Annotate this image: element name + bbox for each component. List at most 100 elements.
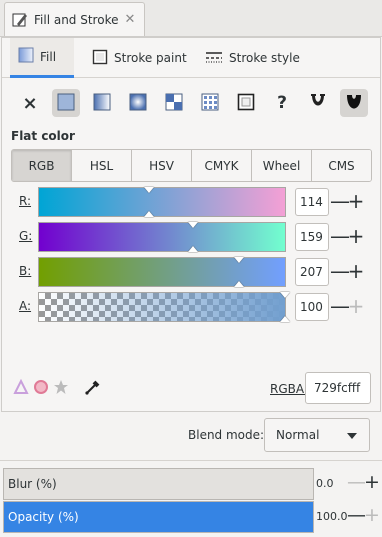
blend-mode-value: Normal xyxy=(276,428,320,442)
linear-gradient-button[interactable] xyxy=(88,89,116,117)
blur-decrement-button[interactable]: — xyxy=(347,472,366,494)
r-decrement-button[interactable]: — xyxy=(330,191,350,213)
slider-label-b: B: xyxy=(19,264,32,278)
slider-thumb-top[interactable] xyxy=(187,222,198,228)
unset-paint-button[interactable] xyxy=(232,89,260,117)
mode-hsv[interactable]: HSV xyxy=(131,150,191,181)
too-much-ink-icon xyxy=(53,379,69,398)
no-paint-button[interactable]: × xyxy=(16,89,44,117)
b-increment-button[interactable]: + xyxy=(347,261,365,283)
flat-color-button[interactable] xyxy=(52,89,80,117)
pattern-icon xyxy=(165,93,183,114)
out-of-gamut-icon xyxy=(33,379,49,398)
tab-stroke-paint-label: Stroke paint xyxy=(114,51,187,65)
slider-label-g: G: xyxy=(19,229,33,243)
mode-wheel[interactable]: Wheel xyxy=(251,150,311,181)
color-managed-icons xyxy=(13,378,69,398)
flat-color-icon xyxy=(57,93,75,114)
blur-label: Blur (%) xyxy=(8,477,57,491)
slider-g[interactable] xyxy=(38,222,286,252)
tab-stroke-style-label: Stroke style xyxy=(229,51,300,65)
slider-thumb-top[interactable] xyxy=(143,187,154,193)
blur-increment-button[interactable]: + xyxy=(364,472,380,494)
b-value-input[interactable]: 207 xyxy=(295,258,329,286)
radial-gradient-icon xyxy=(129,93,147,114)
swatch-button[interactable] xyxy=(196,89,224,117)
opacity-label: Opacity (%) xyxy=(8,510,79,524)
slider-row-r: R: 114 — + xyxy=(2,185,380,219)
blend-mode-select[interactable]: Normal xyxy=(264,418,370,452)
g-value-input[interactable]: 159 xyxy=(295,223,329,251)
chevron-down-icon xyxy=(347,433,357,439)
slider-thumb-bottom[interactable] xyxy=(233,281,244,287)
opacity-slider[interactable]: Opacity (%) xyxy=(3,501,314,533)
mode-hsl[interactable]: HSL xyxy=(71,150,131,181)
no-paint-icon: × xyxy=(22,92,38,114)
slider-b[interactable] xyxy=(38,257,286,287)
r-increment-button[interactable]: + xyxy=(347,191,365,213)
mode-cmyk[interactable]: CMYK xyxy=(191,150,251,181)
linear-gradient-icon xyxy=(93,93,111,114)
separator xyxy=(0,460,382,461)
rgba-label: RGBA: xyxy=(270,382,308,396)
g-increment-button[interactable]: + xyxy=(347,226,365,248)
opacity-increment-button[interactable]: + xyxy=(364,505,380,527)
radial-gradient-button[interactable] xyxy=(124,89,152,117)
g-decrement-button[interactable]: — xyxy=(330,226,350,248)
a-decrement-button[interactable]: — xyxy=(330,296,350,318)
slider-r[interactable] xyxy=(38,187,286,217)
color-picker-button[interactable] xyxy=(84,378,104,398)
question-icon: ? xyxy=(277,93,287,113)
rgba-input[interactable]: 729fcfff xyxy=(305,372,371,404)
opacity-decrement-button[interactable]: — xyxy=(347,505,366,527)
fill-stroke-icon xyxy=(11,11,29,29)
opacity-row: Opacity (%) 100.0 — + xyxy=(3,501,381,533)
alpha-gradient xyxy=(39,293,285,321)
dialog-title: Fill and Stroke xyxy=(34,12,119,27)
color-mode-selector: RGB HSL HSV CMYK Wheel CMS xyxy=(11,149,372,182)
tab-fill[interactable]: Fill xyxy=(10,38,74,78)
blur-value: 0.0 xyxy=(316,477,334,490)
blur-row: Blur (%) 0.0 — + xyxy=(3,468,381,500)
tab-fill-label: Fill xyxy=(40,49,57,64)
slider-row-g: G: 159 — + xyxy=(2,220,380,254)
swatch-icon xyxy=(201,93,219,114)
unset-button[interactable]: ? xyxy=(268,89,296,117)
fill-stroke-dialog-tab[interactable]: Fill and Stroke ✕ xyxy=(4,2,145,36)
slider-thumb-top[interactable] xyxy=(233,257,244,263)
dock-tab-bar: Fill and Stroke ✕ xyxy=(0,0,382,37)
evenodd-icon xyxy=(309,93,327,114)
pattern-button[interactable] xyxy=(160,89,188,117)
r-value-input[interactable]: 114 xyxy=(295,188,329,216)
fill-rule-evenodd-button[interactable] xyxy=(304,89,332,117)
stroke-style-icon xyxy=(205,49,223,68)
a-increment-button[interactable]: + xyxy=(347,296,365,318)
slider-thumb-bottom[interactable] xyxy=(280,316,290,322)
swatch-frame-icon xyxy=(237,93,255,114)
slider-row-b: B: 207 — + xyxy=(2,255,380,289)
mode-rgb[interactable]: RGB xyxy=(12,150,71,181)
slider-thumb-top[interactable] xyxy=(280,292,290,298)
slider-label-a: A: xyxy=(19,299,32,313)
fill-icon xyxy=(18,47,34,66)
paint-type-row: × ? xyxy=(2,82,380,124)
eyedropper-icon xyxy=(84,380,102,399)
blur-slider[interactable]: Blur (%) xyxy=(3,468,314,500)
tab-stroke-style[interactable]: Stroke style xyxy=(197,38,308,78)
a-value-input[interactable]: 100 xyxy=(295,293,329,321)
slider-a[interactable] xyxy=(38,292,290,322)
b-decrement-button[interactable]: — xyxy=(330,261,350,283)
slider-label-r: R: xyxy=(19,194,32,208)
tab-stroke-paint[interactable]: Stroke paint xyxy=(84,38,195,78)
flat-color-title: Flat color xyxy=(11,129,75,143)
fill-rule-nonzero-button[interactable] xyxy=(340,89,368,117)
close-icon[interactable]: ✕ xyxy=(124,12,135,27)
nonzero-icon xyxy=(345,93,363,114)
slider-thumb-bottom[interactable] xyxy=(187,246,198,252)
slider-row-a: A: 100 — + xyxy=(2,290,380,324)
opacity-value: 100.0 xyxy=(316,510,348,523)
blend-mode-label: Blend mode: xyxy=(188,428,265,442)
mode-cms[interactable]: CMS xyxy=(311,150,371,181)
fill-stroke-panel: Fill Stroke paint Stroke style × ? Flat … xyxy=(1,37,381,412)
slider-thumb-bottom[interactable] xyxy=(143,211,154,217)
